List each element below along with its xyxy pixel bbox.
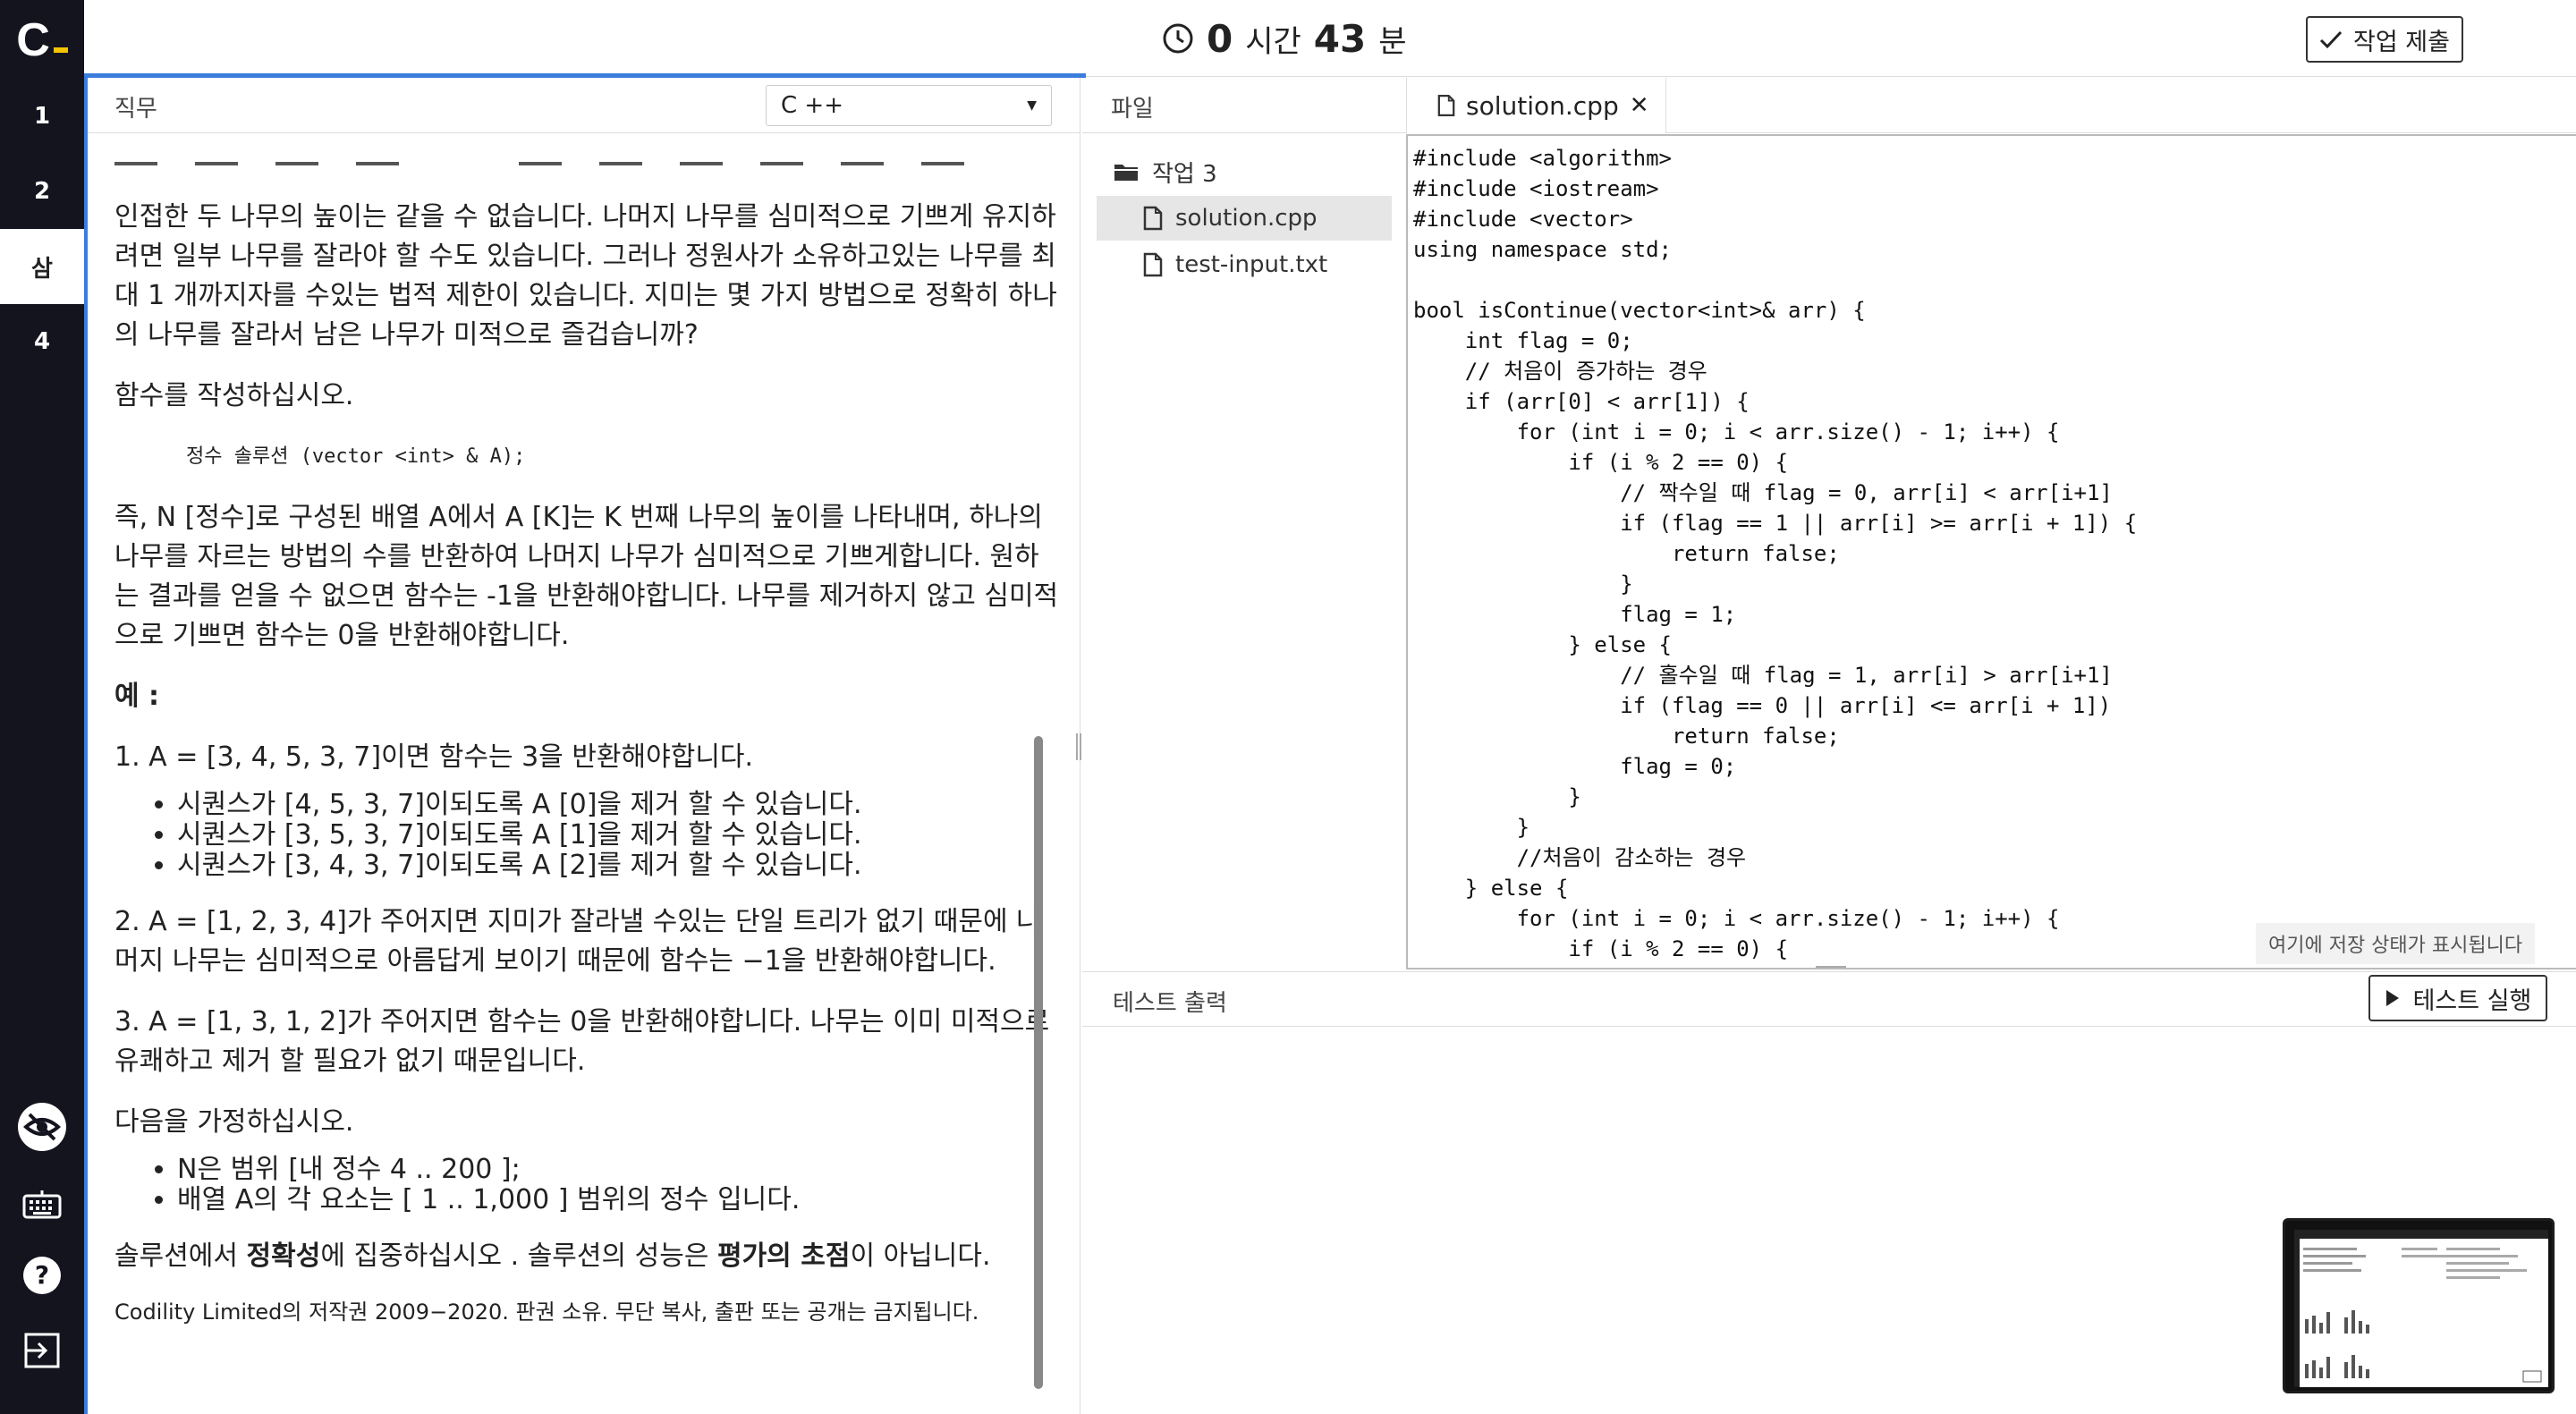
svg-text:?: ? (35, 1260, 49, 1290)
submit-task-button[interactable]: 작업 제출 (2306, 16, 2463, 63)
screen-preview-thumbnail (2283, 1218, 2555, 1393)
assumptions-list: N은 범위 [내 정수 4 .. 200 ]; 배열 A의 각 요소는 [ 1 … (114, 1155, 1063, 1215)
language-selected: C ++ (781, 92, 843, 119)
file-icon (1143, 252, 1163, 277)
top-bar: 0 시간 43 분 (84, 0, 2576, 77)
timer-minutes: 43 (1313, 16, 1367, 61)
run-tests-button[interactable]: 테스트 실행 (2368, 975, 2547, 1021)
list-item: 시퀀스가 [3, 4, 3, 7]이되도록 A [2]를 제거 할 수 있습니다… (177, 851, 1063, 881)
truncated-dashes (114, 162, 1063, 176)
task-panel-header: 직무 C ++ ▼ (88, 78, 1080, 133)
submit-label: 작업 제출 (2353, 28, 2450, 56)
tab-solution-cpp[interactable]: solution.cpp ✕ (1407, 78, 1666, 133)
example-1-list: 시퀀스가 [4, 5, 3, 7]이되도록 A [0]을 제거 할 수 있습니다… (114, 790, 1063, 881)
play-icon (2385, 990, 2399, 1006)
assumptions-heading: 다음을 가정하십시오. (114, 1106, 354, 1138)
clock-icon (1163, 23, 1193, 54)
function-signature: 정수 솔루션 (vector <int> & A); (186, 445, 526, 468)
task-description-panel: 직무 C ++ ▼ 인접한 두 나무의 높이는 같을 수 없습니다. 나머지 나… (88, 78, 1080, 1414)
file-item-solution[interactable]: solution.cpp (1097, 196, 1392, 241)
desc-paragraph-2: 함수를 작성하십시오. (114, 380, 354, 411)
file-icon (1143, 206, 1163, 231)
task-nav-3[interactable]: 삼 (0, 229, 84, 304)
close-icon[interactable]: ✕ (1630, 92, 1649, 119)
task-nav-1[interactable]: 1 (0, 79, 84, 154)
hide-eye-icon[interactable] (15, 1100, 69, 1154)
editor-tab-bar: solution.cpp ✕ (1406, 78, 2576, 133)
checkmark-icon (2319, 30, 2343, 49)
timer: 0 시간 43 분 (1162, 16, 1407, 61)
task-panel-title: 직무 (114, 96, 157, 123)
timer-minutes-unit: 분 (1378, 23, 1407, 60)
copyright-notice: Codility Limited의 저작권 2009−2020. 판권 소유. … (114, 1300, 979, 1325)
desc-paragraph-3: 즉, N [정수]로 구성된 배열 A에서 A [K]는 K 번째 나무의 높이… (114, 502, 1059, 651)
folder-label: 작업 3 (1152, 160, 1217, 188)
language-select[interactable]: C ++ ▼ (766, 85, 1052, 126)
file-panel-header: 파일 (1082, 78, 1406, 133)
task-nav-4[interactable]: 4 (0, 304, 84, 379)
timer-hours: 0 (1207, 16, 1233, 61)
task-nav-2[interactable]: 2 (0, 154, 84, 229)
task-description: 인접한 두 나무의 높이는 같을 수 없습니다. 나머지 나무를 심미적으로 기… (114, 198, 1063, 1348)
left-panel-resize-handle[interactable] (1076, 733, 1081, 760)
code-editor[interactable]: #include <algorithm> #include <iostream>… (1406, 134, 2576, 969)
example-1: 1. A = [3, 4, 5, 3, 7]이면 함수는 3을 반환해야합니다. (114, 741, 754, 773)
file-label: test-input.txt (1175, 251, 1328, 278)
folder-open-icon (1114, 165, 1138, 181)
example-2: 2. A = [1, 2, 3, 4]가 주어지면 지미가 잘라낼 수있는 단일… (114, 906, 1041, 977)
timer-hours-unit: 시간 (1245, 23, 1301, 60)
exit-icon[interactable] (15, 1324, 69, 1377)
tab-label: solution.cpp (1466, 90, 1619, 121)
file-icon (1437, 94, 1455, 117)
file-panel-title: 파일 (1111, 96, 1154, 123)
list-item: N은 범위 [내 정수 4 .. 200 ]; (177, 1155, 1063, 1185)
desc-paragraph-1: 인접한 두 나무의 높이는 같을 수 없습니다. 나머지 나무를 심미적으로 기… (114, 201, 1057, 351)
test-output-header: 테스트 출력 (1082, 971, 2576, 1027)
list-item: 시퀀스가 [4, 5, 3, 7]이되도록 A [0]을 제거 할 수 있습니다… (177, 790, 1063, 820)
description-scrollbar[interactable] (1034, 736, 1043, 1389)
chevron-down-icon: ▼ (1027, 98, 1037, 113)
run-tests-label: 테스트 실행 (2412, 986, 2532, 1015)
example-heading: 예 : (114, 681, 160, 712)
file-item-test-input[interactable]: test-input.txt (1097, 242, 1392, 287)
keyboard-icon[interactable] (15, 1177, 69, 1231)
file-panel: 파일 작업 3 solution.cpp test-input.txt (1082, 78, 1406, 970)
code-content[interactable]: #include <algorithm> #include <iostream>… (1413, 143, 2137, 964)
codility-logo: C (0, 0, 84, 80)
list-item: 시퀀스가 [3, 5, 3, 7]이되도록 A [1]을 제거 할 수 있습니다… (177, 820, 1063, 851)
example-3: 3. A = [1, 3, 1, 2]가 주어지면 함수는 0을 반환해야합니다… (114, 1006, 1050, 1077)
file-label: solution.cpp (1175, 205, 1318, 232)
save-status: 여기에 저장 상태가 표시됩니다 (2256, 923, 2536, 964)
list-item: 배열 A의 각 요소는 [ 1 .. 1,000 ] 범위의 정수 입니다. (177, 1185, 1063, 1215)
folder-task-3[interactable]: 작업 3 (1097, 149, 1392, 194)
focus-note: 솔루션에서 정확성에 집중하십시오 . 솔루션의 성능은 평가의 초점이 아닙니… (114, 1240, 991, 1272)
test-output-title: 테스트 출력 (1113, 990, 1227, 1017)
help-icon[interactable]: ? (15, 1249, 69, 1302)
left-rail: C 1 2 삼 4 ? (0, 0, 84, 1414)
